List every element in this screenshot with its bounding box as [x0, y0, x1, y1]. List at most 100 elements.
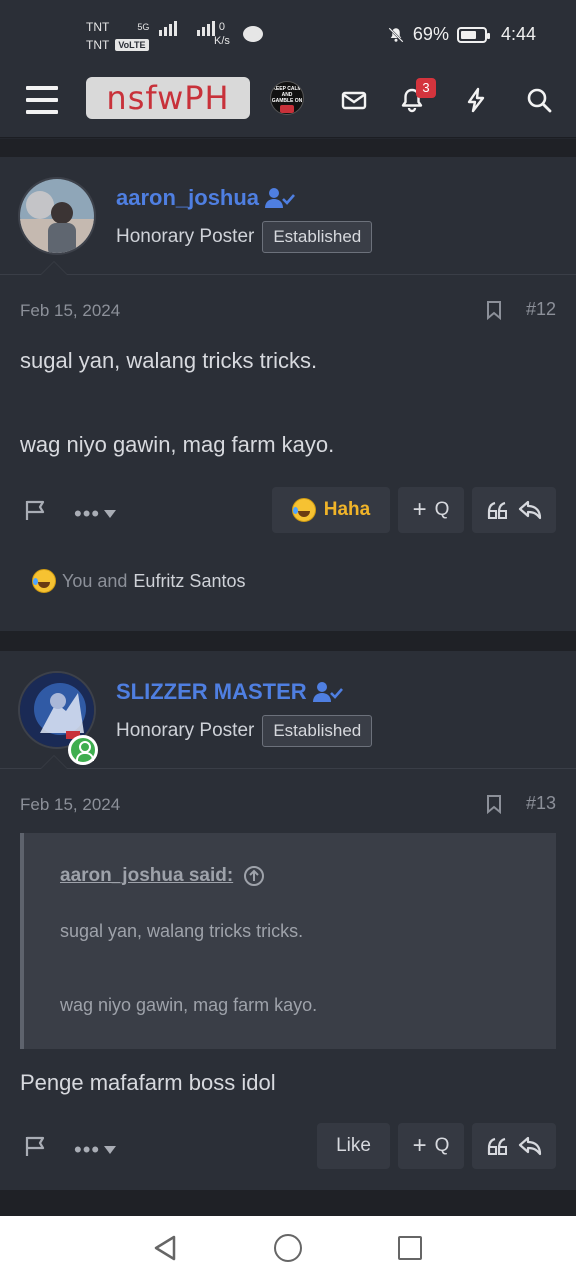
speech-pointer	[40, 261, 68, 275]
speech-pointer	[40, 755, 68, 769]
carrier-1: TNT	[86, 20, 110, 34]
post-body-line-1: sugal yan, walang tricks tricks.	[20, 348, 318, 373]
ellipsis-icon: •••	[74, 501, 101, 526]
notification-badge: 3	[416, 78, 436, 98]
haha-reaction-button[interactable]: Haha	[272, 487, 390, 533]
status-bar: TNT 5G TNT VoLTE 0 K/s 69% 4:44	[0, 0, 576, 68]
signal-icon	[159, 18, 178, 36]
back-icon[interactable]	[152, 1234, 178, 1262]
reply-icon	[518, 500, 542, 520]
divider	[0, 1190, 576, 1216]
avatar[interactable]	[18, 177, 96, 255]
user-title-row: Honorary Poster Established	[116, 715, 373, 747]
quote-icon	[487, 501, 507, 519]
multiquote-button[interactable]: + Q	[398, 1123, 464, 1169]
carrier-info: TNT 5G TNT VoLTE	[86, 18, 216, 54]
carrier-2: TNT	[86, 38, 110, 52]
user-banner: Established	[262, 221, 373, 253]
username-text[interactable]: SLIZZER MASTER	[116, 679, 307, 705]
post-actions: ••• Haha + Q	[0, 487, 576, 537]
user-title-row: Honorary Poster Established	[116, 221, 373, 253]
multiquote-button[interactable]: + Q	[398, 487, 464, 533]
site-logo[interactable]: nsfwPH	[86, 77, 250, 119]
username-text[interactable]: aaron_joshua	[116, 185, 259, 211]
post-12: aaron_joshua Honorary Poster Established…	[0, 157, 576, 631]
post-user-header: aaron_joshua Honorary Poster Established	[0, 157, 576, 275]
divider	[0, 139, 576, 157]
plus-icon: +	[412, 496, 427, 523]
divider	[0, 631, 576, 651]
more-options-button[interactable]: •••	[74, 501, 117, 527]
bookmark-icon[interactable]	[486, 794, 502, 814]
lightning-icon[interactable]	[462, 86, 490, 114]
user-banner: Established	[262, 715, 373, 747]
bell-muted-icon	[388, 26, 404, 43]
quote-attribution[interactable]: aaron_joshua said:	[60, 865, 265, 887]
username[interactable]: SLIZZER MASTER	[116, 679, 343, 705]
chevron-down-icon	[104, 510, 117, 518]
clock: 4:44	[500, 24, 536, 44]
recent-apps-icon[interactable]	[398, 1236, 422, 1260]
mail-icon[interactable]	[340, 86, 368, 114]
search-icon[interactable]	[525, 86, 553, 114]
reactions-name[interactable]: Eufritz Santos	[133, 571, 245, 592]
user-title: Honorary Poster	[116, 226, 255, 247]
site-header: nsfwPH KEEP CALM AND GAMBLE ON 3	[0, 68, 576, 138]
speed-value: 0	[218, 21, 226, 33]
username[interactable]: aaron_joshua	[116, 185, 296, 211]
android-navigation-bar	[0, 1216, 576, 1280]
multiquote-label: Q	[434, 499, 450, 520]
post-meta-right: #12	[486, 299, 556, 320]
keep-calm-text: KEEP CALM AND GAMBLE ON	[271, 86, 303, 104]
battery-percent: 69%	[412, 24, 449, 44]
post-date[interactable]: Feb 15, 2024	[20, 795, 120, 815]
post-actions: ••• Like + Q	[0, 1123, 576, 1173]
post-date[interactable]: Feb 15, 2024	[20, 301, 120, 321]
user-title: Honorary Poster	[116, 720, 255, 741]
multiquote-label: Q	[434, 1135, 450, 1156]
like-label: Like	[336, 1135, 371, 1156]
speed-unit: K/s	[214, 35, 230, 47]
arrow-up-circle-icon[interactable]	[243, 865, 265, 887]
post-13: SLIZZER MASTER Honorary Poster Establish…	[0, 651, 576, 1190]
reply-icon	[518, 1136, 542, 1156]
reply-quote-button[interactable]	[472, 487, 556, 533]
keep-calm-badge[interactable]: KEEP CALM AND GAMBLE ON	[270, 81, 304, 115]
report-flag-icon[interactable]	[24, 1135, 48, 1157]
laughing-emoji-icon	[291, 498, 316, 522]
status-right: 69% 4:44	[387, 24, 536, 45]
home-icon[interactable]	[274, 1234, 302, 1262]
like-button[interactable]: Like	[317, 1123, 390, 1169]
laughing-emoji-icon	[32, 569, 56, 593]
online-status-icon	[68, 735, 98, 765]
message-bubble-icon	[243, 26, 263, 42]
reaction-label: Haha	[323, 499, 371, 520]
quote-icon	[487, 1137, 507, 1155]
more-options-button[interactable]: •••	[74, 1137, 117, 1163]
chevron-down-icon	[104, 1146, 117, 1154]
signal-icon-2	[197, 18, 216, 36]
reply-quote-button[interactable]	[472, 1123, 556, 1169]
bookmark-icon[interactable]	[486, 300, 502, 320]
quoted-message: aaron_joshua said: sugal yan, walang tri…	[20, 833, 556, 1049]
reactions-summary[interactable]: You and Eufritz Santos	[32, 569, 245, 593]
reactions-prefix: You and	[62, 570, 128, 591]
quote-author[interactable]: aaron_joshua said:	[60, 865, 233, 887]
verified-user-icon	[312, 682, 343, 702]
plus-icon: +	[412, 1132, 427, 1159]
post-user-header: SLIZZER MASTER Honorary Poster Establish…	[0, 651, 576, 769]
network-type: 5G	[137, 22, 150, 32]
menu-icon[interactable]	[26, 86, 58, 114]
report-flag-icon[interactable]	[24, 499, 48, 521]
post-number[interactable]: #13	[526, 793, 556, 814]
post-number[interactable]: #12	[526, 299, 556, 320]
post-meta-right: #13	[486, 793, 556, 814]
network-speed: 0 K/s	[214, 20, 230, 48]
volte-badge: VoLTE	[115, 39, 149, 51]
verified-user-icon	[265, 188, 296, 208]
quote-line-2: wag niyo gawin, mag farm kayo.	[60, 995, 318, 1015]
post-body: Penge mafafarm boss idol	[20, 1070, 276, 1095]
battery-icon	[456, 26, 490, 43]
avatar-image	[20, 179, 94, 253]
quote-line-1: sugal yan, walang tricks tricks.	[60, 921, 304, 941]
